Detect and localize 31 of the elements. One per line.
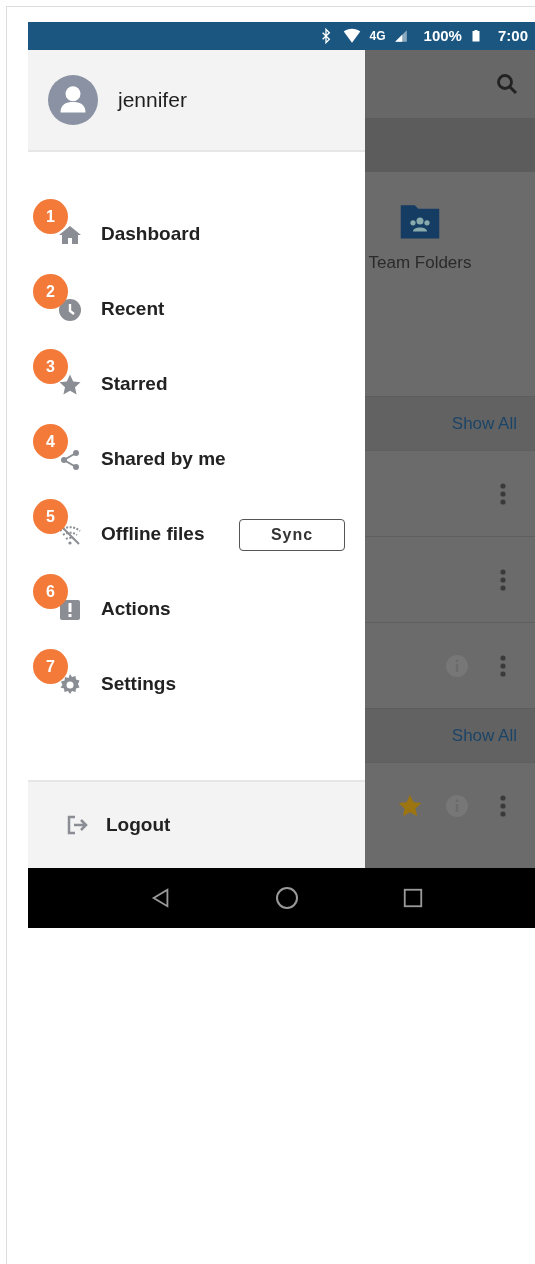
home-button-icon[interactable] — [274, 886, 299, 910]
number-badge: 7 — [33, 649, 68, 684]
search-icon[interactable] — [495, 72, 519, 96]
folder-label: Team Folders — [368, 252, 472, 274]
share-icon — [58, 447, 82, 472]
menu-item[interactable]: Recent — [101, 295, 165, 324]
number-badge: 5 — [33, 499, 68, 534]
signal-icon — [393, 28, 408, 44]
alert-icon — [58, 597, 82, 622]
logout-item[interactable]: Logout — [106, 810, 171, 840]
number-badge: 2 — [33, 274, 68, 309]
user-name: jennifer — [118, 87, 187, 114]
number-badge: 1 — [33, 199, 68, 234]
menu-item[interactable]: Dashboard — [101, 220, 201, 249]
wifi-icon — [341, 27, 362, 45]
menu-item[interactable]: Shared by me — [101, 445, 226, 474]
clock-icon — [58, 297, 82, 322]
clock-time: 7:00 — [497, 25, 528, 46]
avatar-icon — [48, 75, 98, 125]
logout-icon — [66, 813, 90, 837]
menu-item[interactable]: Offline files — [101, 520, 205, 549]
number-badge: 6 — [33, 574, 68, 609]
menu-item[interactable]: Starred — [101, 370, 168, 399]
menu-item[interactable]: Settings — [101, 670, 176, 699]
battery-percentage: 100% — [423, 25, 462, 46]
menu-item[interactable]: Actions — [101, 595, 171, 624]
sync-button[interactable]: Sync — [239, 518, 345, 551]
number-badge: 4 — [33, 424, 68, 459]
number-badge: 3 — [33, 349, 68, 384]
network-type: 4G — [369, 28, 386, 45]
recent-apps-icon[interactable] — [401, 887, 424, 909]
